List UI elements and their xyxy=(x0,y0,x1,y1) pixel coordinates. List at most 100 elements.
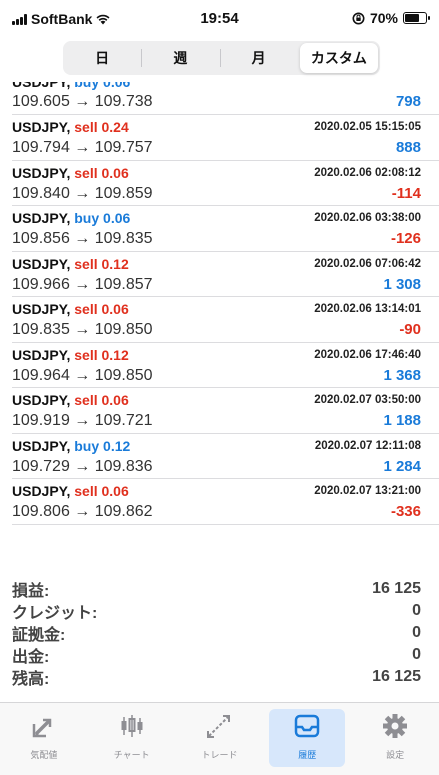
bottom-tab-bar: 気配値 チャート トレード 履歴 設定 xyxy=(0,702,439,775)
deal-prices: 109.964 → 109.850 xyxy=(12,366,153,384)
deal-symbol: USDJPY, xyxy=(12,255,71,272)
deal-side: sell xyxy=(74,483,98,499)
deal-time: 2020.02.06 07:06:42 xyxy=(314,257,421,270)
deals-list[interactable]: USDJPY, buy 0.06 109.605 → 109.738 798 USDJ… xyxy=(0,82,439,570)
deal-title: USDJPY, sell 0.06 xyxy=(12,301,129,317)
deal-profit: 888 xyxy=(395,139,421,156)
deal-time: 2020.02.06 02:08:12 xyxy=(314,166,421,179)
summary-label: 証拠金: xyxy=(12,627,66,644)
summary-value: 0 xyxy=(412,624,421,641)
deal-title: USDJPY, sell 0.06 xyxy=(12,165,129,181)
deal-row[interactable]: USDJPY, buy 0.12 2020.02.07 12:11:08 109.7… xyxy=(12,434,439,479)
summary-label: 出金: xyxy=(12,649,50,666)
deal-profit: 1 308 xyxy=(383,275,421,293)
deal-side: sell xyxy=(74,301,98,317)
deal-side: buy xyxy=(74,437,100,454)
deal-volume: 0.06 xyxy=(101,164,129,181)
summary-value: 16 125 xyxy=(372,580,421,597)
tab-chart[interactable]: チャート xyxy=(88,703,176,775)
tab-label: チャート xyxy=(113,750,150,760)
deal-side: sell xyxy=(74,392,98,408)
deal-symbol: USDJPY, xyxy=(12,301,71,317)
deal-row[interactable]: USDJPY, sell 0.06 2020.02.07 03:50:00 109.… xyxy=(12,388,439,434)
deal-prices: 109.794 → 109.757 xyxy=(12,139,153,156)
tab-content: 履歴 xyxy=(292,711,322,761)
deal-side: sell xyxy=(74,119,98,135)
deal-time: 2020.02.06 03:38:00 xyxy=(314,212,421,224)
period-option-1[interactable]: 週 xyxy=(141,41,219,75)
tab-history[interactable]: 履歴 xyxy=(263,703,351,775)
deal-title: USDJPY, sell 0.12 xyxy=(12,347,129,363)
deal-time: 2020.02.06 17:46:40 xyxy=(314,348,421,361)
summary-label: 損益: xyxy=(12,583,50,600)
deal-title: USDJPY, buy 0.06 xyxy=(12,210,130,226)
tab-label: 設定 xyxy=(386,750,405,760)
deal-volume: 0.06 xyxy=(101,392,129,408)
tab-content: チャート xyxy=(114,711,150,761)
deal-prices: 109.806 → 109.862 xyxy=(12,503,153,520)
deal-symbol: USDJPY, xyxy=(12,392,71,408)
deal-volume: 0.06 xyxy=(101,301,129,317)
deal-prices: 109.605 → 109.738 xyxy=(12,93,153,110)
deal-row[interactable]: USDJPY, sell 0.12 2020.02.06 07:06:42 109.… xyxy=(12,252,439,297)
deal-volume: 0.06 xyxy=(103,82,131,90)
deal-row[interactable]: USDJPY, buy 0.06 2020.02.06 03:38:00 109.8… xyxy=(12,206,439,252)
summary-row: 証拠金: 0 xyxy=(12,622,421,644)
deal-title: USDJPY, sell 0.06 xyxy=(12,483,129,499)
deal-title: USDJPY, sell 0.06 xyxy=(12,392,129,408)
summary-row: クレジット: 0 xyxy=(12,600,421,622)
deal-title: USDJPY, buy 0.12 xyxy=(12,438,130,454)
period-option-0[interactable]: 日 xyxy=(63,41,141,75)
deal-prices: 109.919 → 109.721 xyxy=(12,412,153,429)
deal-profit: -90 xyxy=(399,321,421,338)
deal-row[interactable]: USDJPY, sell 0.12 2020.02.06 17:46:40 109.… xyxy=(12,343,439,388)
deal-symbol: USDJPY, xyxy=(12,82,71,90)
deal-side: sell xyxy=(74,164,98,181)
deal-profit: -114 xyxy=(391,184,421,202)
summary-value: 0 xyxy=(412,646,421,663)
deal-volume: 0.24 xyxy=(101,119,129,135)
deal-row[interactable]: USDJPY, buy 0.06 109.605 → 109.738 798 xyxy=(12,82,439,115)
deal-row[interactable]: USDJPY, sell 0.06 2020.02.07 13:21:00 109.… xyxy=(12,479,439,525)
status-right: 70% xyxy=(352,10,430,26)
history-icon xyxy=(292,711,322,748)
deal-symbol: USDJPY, xyxy=(12,346,71,363)
deal-row[interactable]: USDJPY, sell 0.06 2020.02.06 13:14:01 109.… xyxy=(12,297,439,343)
deal-prices: 109.966 → 109.857 xyxy=(12,275,153,293)
deal-row[interactable]: USDJPY, sell 0.24 2020.02.05 15:15:05 109.… xyxy=(12,115,439,161)
chart-icon xyxy=(117,711,147,748)
period-segmented-control: 日週月カスタム xyxy=(63,41,380,75)
tab-content: 設定 xyxy=(380,711,410,761)
deal-profit: 1 368 xyxy=(383,366,421,384)
tab-trade[interactable]: トレード xyxy=(176,703,264,775)
deal-prices: 109.729 → 109.836 xyxy=(12,457,153,475)
tab-content: 気配値 xyxy=(29,711,59,761)
deal-profit: -336 xyxy=(390,503,421,520)
deal-symbol: USDJPY, xyxy=(12,210,71,226)
deal-profit: 1 284 xyxy=(383,457,421,475)
tab-settings[interactable]: 設定 xyxy=(351,703,439,775)
quotes-icon xyxy=(29,711,59,748)
deal-row[interactable]: USDJPY, sell 0.06 2020.02.06 02:08:12 109.… xyxy=(12,161,439,206)
deal-title: USDJPY, buy 0.06 xyxy=(12,82,130,90)
deal-profit: 798 xyxy=(395,93,421,110)
deal-side: sell xyxy=(74,255,98,272)
summary-label: 残高: xyxy=(12,671,50,688)
tab-content: トレード xyxy=(201,711,238,761)
deal-title: USDJPY, sell 0.12 xyxy=(12,256,129,272)
tab-quotes[interactable]: 気配値 xyxy=(0,703,88,775)
deal-prices: 109.835 → 109.850 xyxy=(12,321,153,338)
rotation-lock-icon xyxy=(352,12,365,24)
period-option-2[interactable]: 月 xyxy=(219,41,298,75)
deal-profit: -126 xyxy=(390,230,421,247)
summary-value: 16 125 xyxy=(372,668,421,685)
deal-prices: 109.840 → 109.859 xyxy=(12,184,153,202)
battery-icon xyxy=(403,12,430,24)
trade-icon xyxy=(204,711,234,748)
deal-time: 2020.02.06 13:14:01 xyxy=(314,303,421,315)
deal-time: 2020.02.07 13:21:00 xyxy=(314,485,421,497)
summary-row: 残高: 16 125 xyxy=(12,666,421,688)
period-option-3[interactable]: カスタム xyxy=(299,43,378,73)
battery-percent: 70% xyxy=(369,10,398,26)
deal-time: 2020.02.05 15:15:05 xyxy=(314,121,421,133)
